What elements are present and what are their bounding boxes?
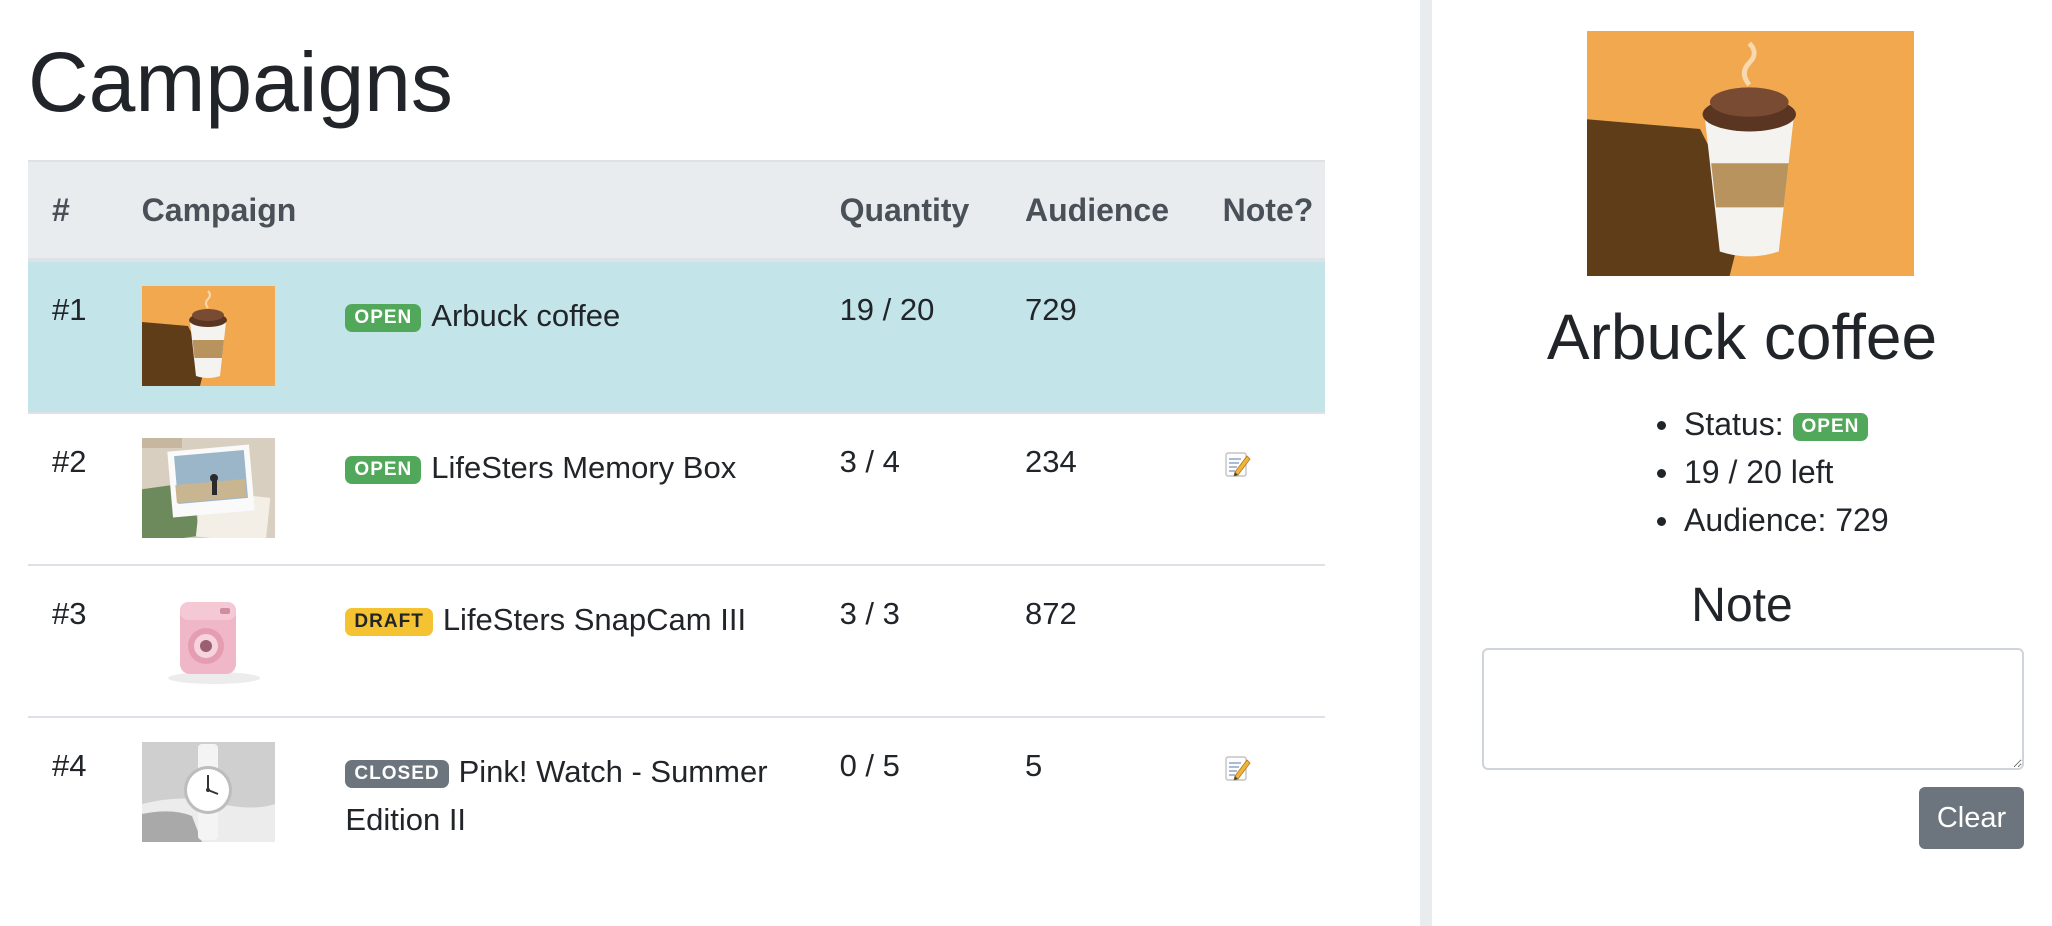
memo-icon (1223, 450, 1251, 478)
table-row[interactable]: #1 OPEN Arbuck coffee 19 / 20 729 (28, 260, 1325, 414)
status-badge: OPEN (1792, 413, 1869, 441)
coffee-cup-image (1587, 31, 1914, 276)
coffee-cup-image (142, 286, 275, 386)
status-badge: OPEN (345, 304, 422, 332)
page-title: Campaigns (28, 35, 453, 129)
row-number: #1 (28, 260, 118, 414)
row-quantity: 0 / 5 (839, 748, 900, 783)
memo-icon (1223, 754, 1251, 782)
status-label: Status: (1684, 406, 1784, 442)
row-audience: 234 (1000, 413, 1199, 566)
status-badge: CLOSED (345, 760, 449, 788)
header-campaign: Campaign (117, 160, 816, 262)
row-audience: 872 (1000, 565, 1199, 718)
table-header-row: # Campaign Quantity Audience Note? (28, 160, 1325, 262)
watch-image (142, 742, 275, 842)
row-campaign: DRAFT LifeSters SnapCam III (321, 565, 816, 718)
campaign-name: Arbuck coffee (431, 298, 621, 333)
row-thumbnail (117, 413, 322, 566)
campaign-list-panel: Campaigns # Campaign Quantity Audience N… (0, 0, 1420, 926)
header-note: Note? (1198, 160, 1325, 262)
detail-left: 19 / 20 left (1657, 448, 1889, 496)
table-row[interactable]: #2 OPEN LifeSters Memory Box 3 / 4 234 (28, 413, 1325, 566)
status-badge: OPEN (345, 456, 422, 484)
row-note (1198, 413, 1325, 566)
header-quantity: Quantity (815, 160, 1001, 262)
row-audience: 5 (1024, 748, 1043, 783)
campaigns-table: # Campaign Quantity Audience Note? #1 OP… (28, 160, 1325, 868)
row-note (1199, 717, 1325, 868)
row-number: #2 (28, 413, 118, 566)
panel-divider (1420, 0, 1432, 926)
status-badge: DRAFT (345, 608, 433, 636)
row-quantity: 3 / 4 (815, 413, 1001, 566)
row-quantity: 3 / 3 (815, 565, 1001, 718)
row-number: #4 (52, 748, 87, 783)
table-row[interactable]: #4 CLOSED Pink! Watch - Summer Edition II… (28, 717, 1325, 868)
row-quantity: 19 / 20 (815, 260, 1001, 414)
row-note (1198, 260, 1325, 414)
row-number: #3 (28, 565, 118, 718)
pink-camera-image (142, 590, 275, 690)
photos-image (142, 438, 275, 538)
campaign-name: LifeSters Memory Box (431, 450, 737, 485)
row-campaign: OPEN Arbuck coffee (321, 260, 816, 414)
detail-audience: Audience: 729 (1657, 496, 1889, 544)
note-textarea[interactable] (1482, 648, 2024, 770)
campaign-detail-panel: Arbuck coffee Status: OPEN 19 / 20 left … (1432, 0, 2052, 926)
detail-title: Arbuck coffee (1546, 301, 1938, 373)
row-campaign: OPEN LifeSters Memory Box (321, 413, 816, 566)
table-row[interactable]: #3 DRAFT LifeSters SnapCam III 3 / 3 872 (28, 565, 1325, 718)
note-heading: Note (1691, 579, 1793, 632)
header-number: # (28, 160, 118, 262)
header-audience: Audience (1000, 160, 1199, 262)
campaign-name: LifeSters SnapCam III (442, 602, 747, 637)
row-audience: 729 (1000, 260, 1199, 414)
row-thumbnail (118, 717, 322, 868)
row-campaign: CLOSED Pink! Watch - Summer Edition II (321, 717, 815, 868)
detail-status: Status: OPEN (1657, 400, 1889, 448)
detail-list: Status: OPEN 19 / 20 left Audience: 729 (1657, 400, 1889, 544)
clear-button[interactable]: Clear (1919, 787, 2024, 849)
row-note (1198, 565, 1325, 718)
row-thumbnail (117, 565, 322, 718)
row-thumbnail (117, 260, 322, 414)
